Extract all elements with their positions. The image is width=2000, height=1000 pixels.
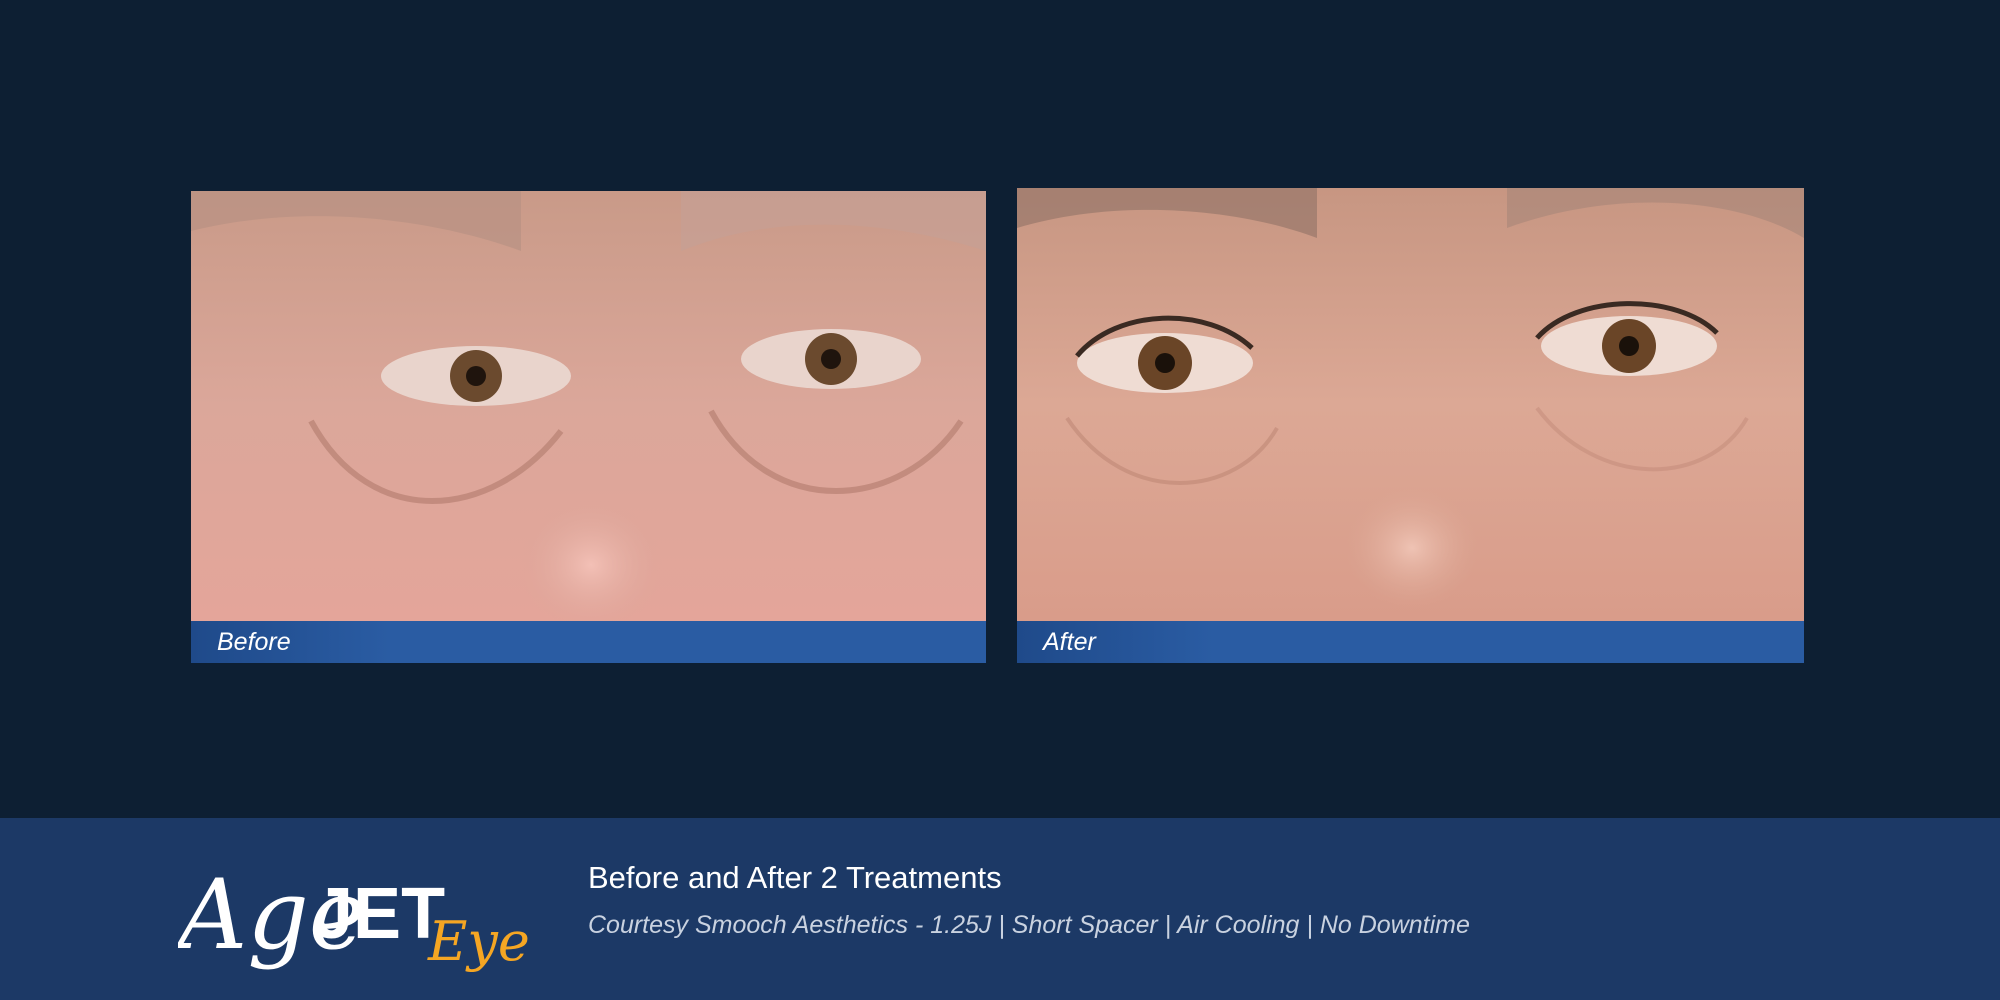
after-caption-bar: After — [1017, 621, 1804, 663]
before-caption-bar: Before — [191, 621, 986, 663]
logo-jet-text: JET — [313, 874, 445, 954]
agejet-eye-logo: Age JET Eye — [178, 830, 538, 990]
after-photo-card: After — [1017, 188, 1804, 663]
after-photo — [1017, 188, 1804, 621]
before-photo-card: Before — [191, 191, 986, 663]
before-label: Before — [217, 627, 291, 656]
after-label: After — [1043, 627, 1096, 656]
footer-subtitle: Courtesy Smooch Aesthetics - 1.25J | Sho… — [588, 911, 1470, 939]
footer-title: Before and After 2 Treatments — [588, 860, 1002, 895]
before-photo — [191, 191, 986, 621]
stage: Before After Age JET Eye Before and Afte… — [0, 0, 2000, 1000]
logo-eye-text: Eye — [427, 910, 530, 973]
